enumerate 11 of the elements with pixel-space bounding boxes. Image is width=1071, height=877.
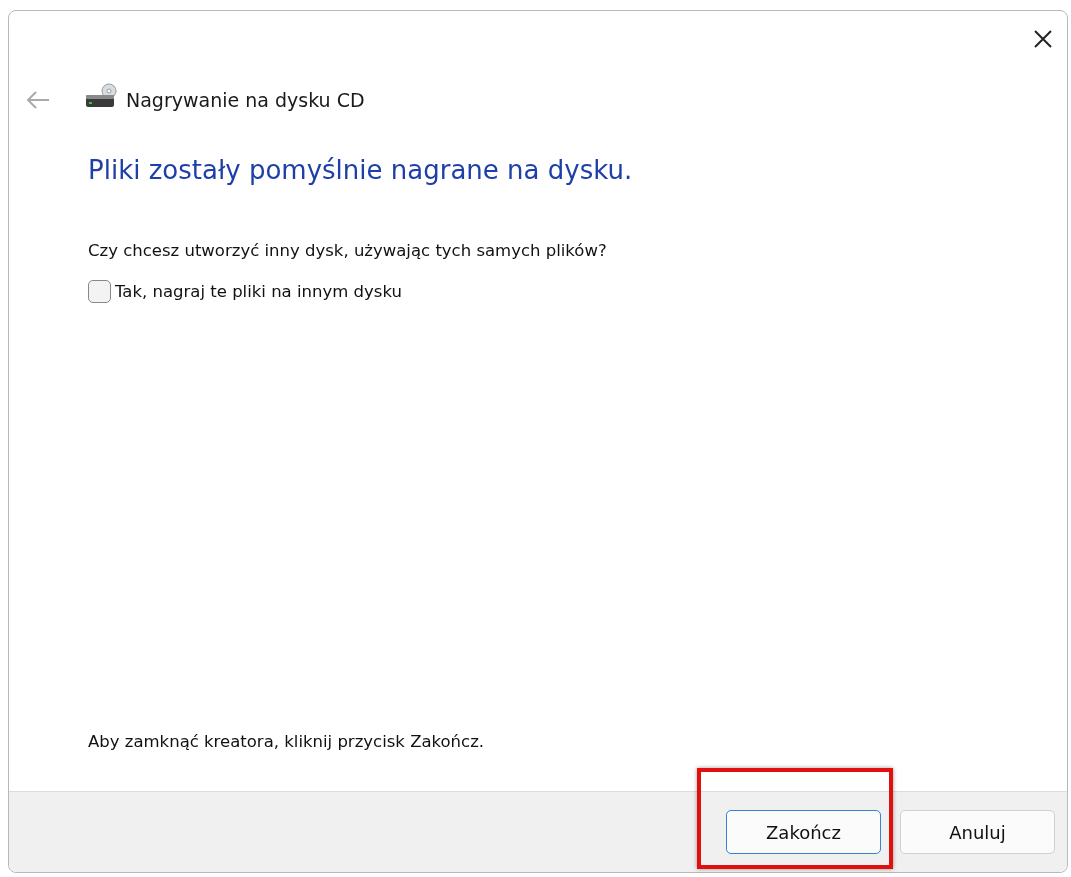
dialog-button[interactable]: Zakończ	[726, 810, 881, 854]
close-icon[interactable]	[1033, 29, 1053, 49]
window-title: Nagrywanie na dysku CD	[126, 89, 365, 111]
checkbox-label[interactable]: Tak, nagraj te pliki na innym dysku	[115, 282, 402, 301]
checkbox[interactable]	[88, 280, 111, 303]
question-text: Czy chcesz utworzyć inny dysk, używając tych samych plików?	[88, 241, 608, 260]
hint-text: Aby zamknąć kreatora, kliknij przycisk Zakończ.	[88, 732, 486, 751]
heading: Pliki zostały pomyślnie nagrane na dysku.	[88, 155, 634, 185]
dialog-button[interactable]: Anuluj	[900, 810, 1055, 854]
disc-drive-icon	[85, 83, 117, 109]
back-arrow-icon[interactable]	[25, 90, 51, 110]
